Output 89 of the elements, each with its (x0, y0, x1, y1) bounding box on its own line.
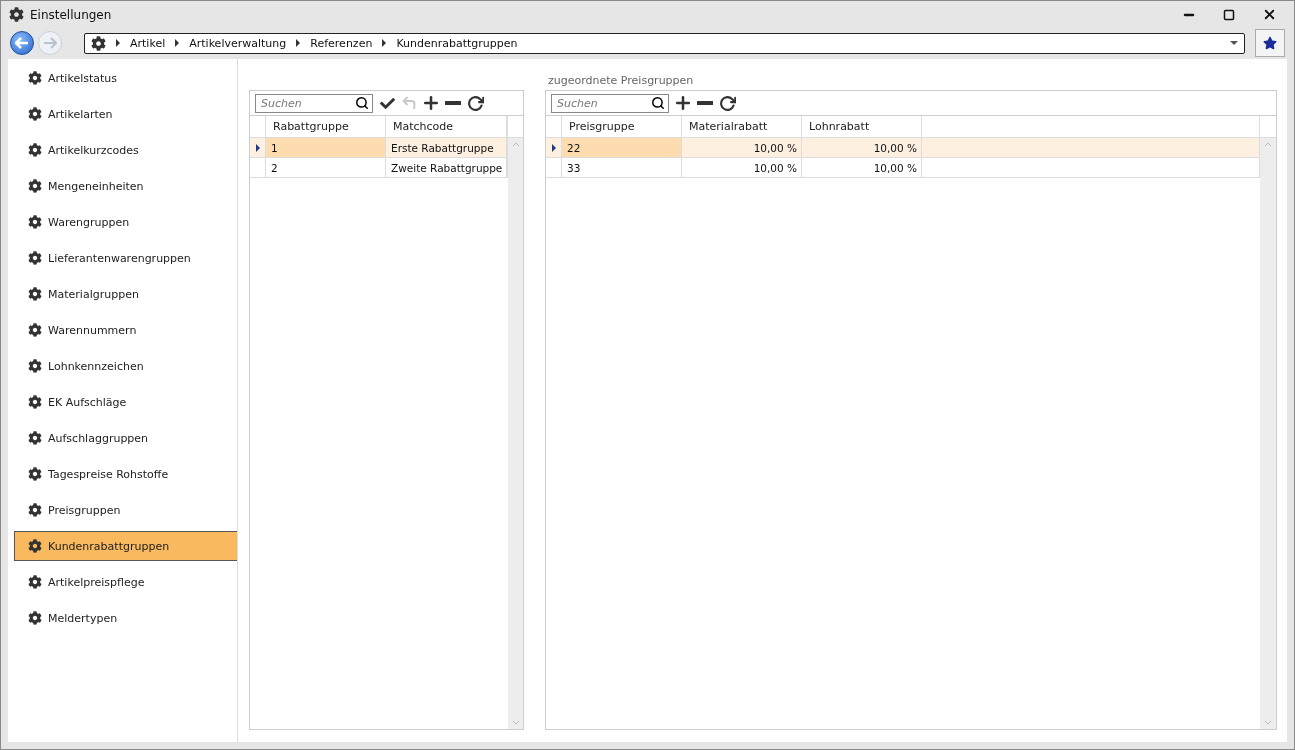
sidebar-item[interactable]: Lohnkennzeichen (14, 351, 237, 381)
sidebar-item[interactable]: Artikelkurzcodes (14, 135, 237, 165)
table-cell: 10,00 % (802, 138, 922, 157)
plus-icon (673, 93, 693, 113)
breadcrumb-link[interactable]: Referenzen (310, 36, 373, 50)
table-cell: 33 (562, 158, 682, 177)
gear-icon (28, 431, 42, 445)
sidebar-item[interactable]: Tagespreise Rohstoffe (14, 459, 237, 489)
gear-icon (28, 71, 42, 85)
caret-icon (116, 39, 120, 47)
sidebar-item[interactable]: EK Aufschläge (14, 387, 237, 417)
column-header[interactable]: Rabattgruppe (266, 116, 386, 137)
caret-icon (175, 39, 180, 47)
refresh-icon (718, 94, 736, 112)
window-title: Einstellungen (30, 7, 113, 22)
table-cell: 10,00 % (802, 158, 922, 177)
table-cell: Erste Rabattgruppe (386, 138, 507, 157)
table-row[interactable]: 22 10,00 % 10,00 % (546, 138, 1260, 158)
gear-icon (28, 179, 42, 193)
table-cell: Zweite Rabattgruppe (386, 158, 507, 177)
sidebar-item[interactable]: Warengruppen (14, 207, 237, 237)
back-button[interactable] (10, 31, 34, 55)
sidebar-item[interactable]: Warennummern (14, 315, 237, 345)
gear-icon (28, 611, 42, 625)
gear-icon (28, 107, 42, 121)
gear-icon (91, 35, 106, 51)
breadcrumb-link[interactable]: Kundenrabattgruppen (396, 36, 518, 50)
breadcrumb-link[interactable]: Artikel (130, 36, 166, 50)
table-cell: 10,00 % (682, 138, 802, 157)
breadcrumb-link[interactable]: Artikelverwaltung (189, 36, 287, 50)
search-field[interactable]: Suchen (551, 93, 669, 113)
search-icon (651, 95, 665, 110)
gear-icon (28, 359, 42, 373)
plus-button[interactable] (673, 93, 693, 113)
undo-icon (401, 95, 417, 111)
sidebar-item[interactable]: Artikelpreispflege (14, 567, 237, 597)
refresh-button[interactable] (465, 93, 485, 113)
sidebar-item[interactable]: Artikelstatus (14, 63, 237, 93)
refresh-icon (466, 94, 484, 112)
sidebar-item[interactable]: Artikelarten (14, 99, 237, 129)
gear-icon (28, 467, 42, 481)
gear-icon (28, 287, 42, 301)
breadcrumb-bar[interactable]: Artikel Artikelverwaltung Referenzen Kundenrabattgruppen (84, 32, 1245, 54)
table-row[interactable]: 1 Erste Rabattgruppe (250, 138, 508, 158)
refresh-button[interactable] (717, 93, 737, 113)
gear-icon (28, 395, 42, 409)
sidebar-item[interactable]: Materialgruppen (14, 279, 237, 309)
sidebar-item[interactable]: Lieferantenwarengruppen (14, 243, 237, 273)
minus-icon (445, 101, 461, 105)
table-row[interactable]: 33 10,00 % 10,00 % (546, 158, 1260, 178)
table-cell: 1 (266, 138, 386, 157)
minus-icon (697, 101, 713, 105)
sidebar-item[interactable]: Preisgruppen (14, 495, 237, 525)
column-header[interactable]: Matchcode (386, 116, 507, 137)
gear-icon (9, 7, 24, 22)
checkmark-icon (379, 95, 395, 111)
sidebar-item[interactable]: Meldertypen (14, 603, 237, 633)
panel-title: zugeordnete Preisgruppen (547, 73, 695, 89)
sidebar-item[interactable]: Mengeneinheiten (14, 171, 237, 201)
column-header[interactable]: Preisgruppe (562, 116, 682, 137)
dropdown-caret-icon[interactable] (1230, 41, 1238, 45)
row-pointer-icon (551, 143, 556, 152)
gear-icon (28, 575, 42, 589)
sidebar-item[interactable]: Kundenrabattgruppen (14, 531, 237, 561)
caret-icon (296, 39, 301, 47)
search-icon (355, 95, 369, 110)
gear-icon (28, 143, 42, 157)
plus-button[interactable] (421, 93, 441, 113)
star-icon (1263, 36, 1277, 50)
sidebar-item[interactable]: Aufschlaggruppen (14, 423, 237, 453)
column-header[interactable]: Materialrabatt (682, 116, 802, 137)
gear-icon (28, 323, 42, 337)
favorite-button[interactable] (1255, 29, 1285, 57)
gear-icon (28, 503, 42, 517)
caret-icon (382, 39, 387, 47)
gear-icon (28, 215, 42, 229)
table-cell: 22 (562, 138, 682, 157)
plus-icon (421, 93, 441, 113)
gear-icon (28, 539, 42, 553)
gear-icon (28, 251, 42, 265)
row-pointer-icon (255, 143, 260, 152)
table-cell: 2 (266, 158, 386, 177)
search-field[interactable]: Suchen (255, 93, 373, 113)
maximize-icon (1223, 8, 1235, 21)
table-row[interactable]: 2 Zweite Rabattgruppe (250, 158, 508, 178)
arrow-right-icon (43, 37, 57, 49)
arrow-left-icon (15, 37, 29, 49)
table-cell: 10,00 % (682, 158, 802, 177)
column-header[interactable]: Lohnrabatt (802, 116, 922, 137)
